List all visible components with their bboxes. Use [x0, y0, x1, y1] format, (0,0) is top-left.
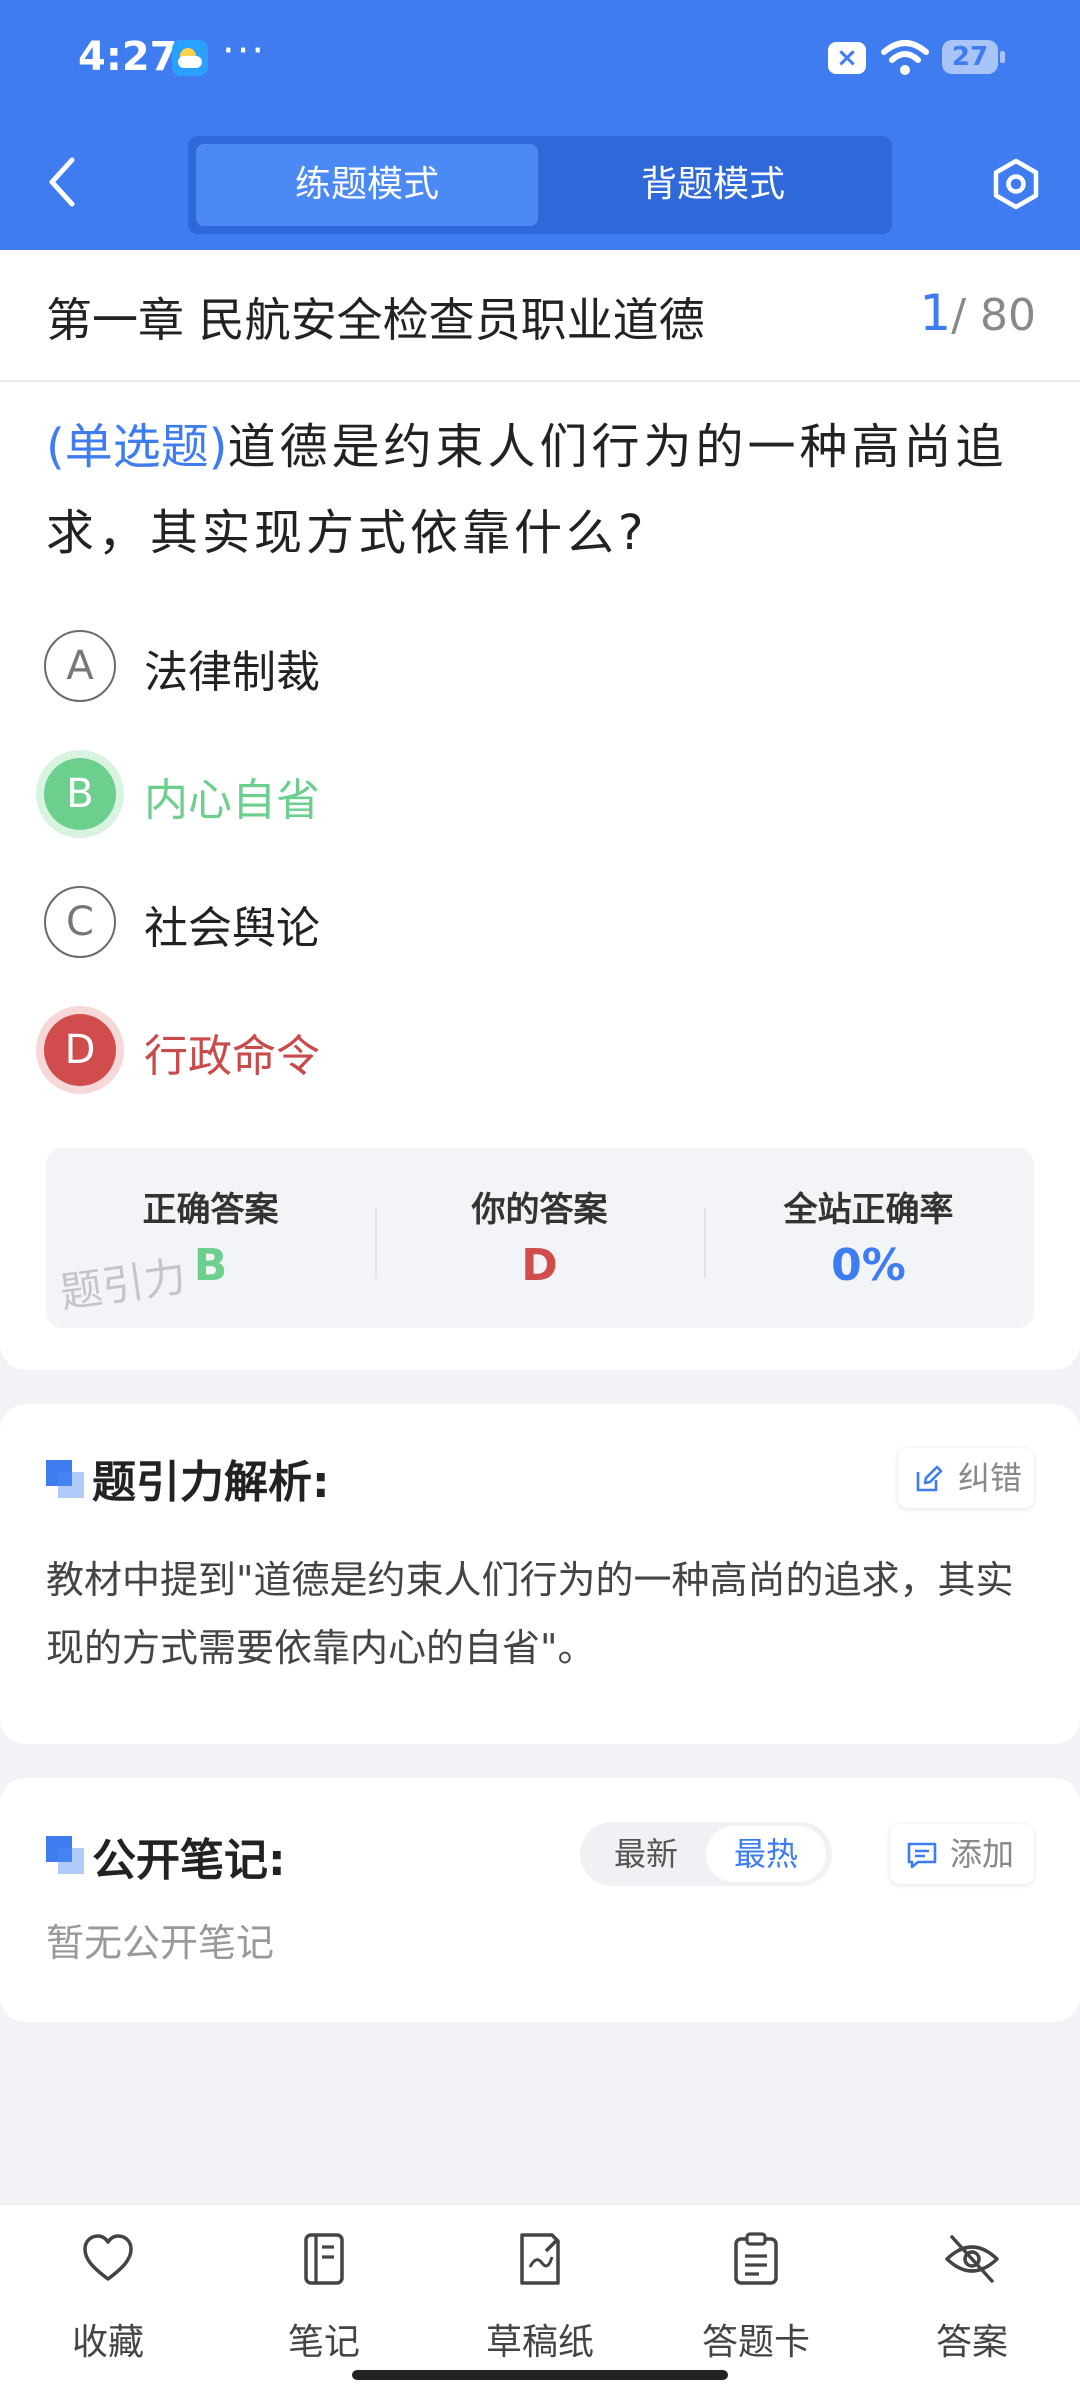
nav-label: 答案	[935, 2322, 1008, 2363]
total-questions: / 80	[951, 290, 1036, 341]
mute-icon: ×	[828, 42, 866, 74]
accuracy-value: 0%	[831, 1240, 906, 1291]
your-answer-value: D	[521, 1240, 558, 1291]
comment-icon	[907, 1842, 937, 1869]
option-d[interactable]: D 行政命令	[44, 1006, 944, 1096]
sort-latest[interactable]: 最新	[586, 1826, 706, 1882]
public-notes-card: 公开笔记: 最新 最热 添加 暂无公开笔记	[0, 1778, 1080, 2022]
option-letter: B	[44, 758, 116, 830]
option-text: 行政命令	[144, 1031, 320, 1082]
report-error-button[interactable]: 纠错	[898, 1448, 1034, 1508]
chapter-header: 第一章 民航安全检查员职业道德 1/ 80	[0, 250, 1080, 382]
chapter-title: 第一章 民航安全检查员职业道德	[46, 293, 705, 347]
nav-answer-sheet[interactable]: 答题卡	[648, 2205, 864, 2365]
option-letter: C	[44, 886, 116, 958]
analysis-text: 教材中提到"道德是约束人们行为的一种高尚的追求，其实现的方式需要依靠内心的自省"…	[46, 1558, 1014, 1670]
status-time: 4:27	[78, 34, 178, 80]
home-indicator[interactable]	[352, 2370, 728, 2380]
weather-icon	[172, 40, 208, 76]
stat-label: 你的答案	[471, 1190, 608, 1230]
add-note-label: 添加	[950, 1835, 1015, 1873]
section-square-icon	[46, 1460, 86, 1500]
question-text-block: (单选题)道德是约束人们行为的一种高尚追求，其实现方式依靠什么?	[46, 404, 1036, 576]
nav-answer[interactable]: 答案	[864, 2205, 1080, 2365]
nav-scratch-paper[interactable]: 草稿纸	[432, 2205, 648, 2365]
heart-icon	[83, 2234, 133, 2281]
option-letter: A	[44, 630, 116, 702]
stat-accuracy: 全站正确率 0%	[704, 1148, 1033, 1328]
mode-switch: 练题模式 背题模式	[188, 136, 892, 234]
wifi-icon	[881, 40, 929, 75]
notebook-icon	[304, 2233, 344, 2285]
notes-empty-text: 暂无公开笔记	[46, 1921, 275, 1965]
option-text: 法律制裁	[144, 647, 320, 698]
option-letter: D	[44, 1014, 116, 1086]
question-counter: 1/ 80	[919, 284, 1036, 342]
notes-sort-switch: 最新 最热	[580, 1822, 832, 1886]
add-note-button[interactable]: 添加	[890, 1824, 1034, 1884]
stat-label: 全站正确率	[783, 1190, 954, 1230]
notes-title: 公开笔记:	[92, 1835, 286, 1886]
analysis-title: 题引力解析:	[92, 1457, 330, 1508]
eye-off-icon	[945, 2235, 999, 2283]
draft-icon	[520, 2233, 560, 2285]
answer-stats: 正确答案 B 你的答案 D 全站正确率 0%	[46, 1148, 1034, 1328]
nav-label: 答题卡	[701, 2322, 810, 2363]
sort-hottest[interactable]: 最热	[706, 1826, 826, 1882]
option-b[interactable]: B 内心自省	[44, 750, 944, 840]
current-question-number: 1	[919, 284, 952, 342]
top-bar: 4:27 ··· × 27 练题模式 背题模式	[0, 0, 1080, 250]
tab-practice-mode[interactable]: 练题模式	[196, 144, 538, 226]
settings-icon[interactable]	[988, 156, 1044, 212]
option-text: 内心自省	[144, 775, 320, 826]
nav-label: 草稿纸	[485, 2322, 594, 2363]
nav-favorite[interactable]: 收藏	[0, 2205, 216, 2365]
nav-label: 收藏	[71, 2322, 144, 2363]
nav-label: 笔记	[287, 2322, 360, 2363]
clipboard-icon	[734, 2232, 778, 2285]
option-text: 社会舆论	[144, 903, 320, 954]
report-error-label: 纠错	[958, 1459, 1023, 1497]
section-square-icon	[46, 1836, 86, 1876]
tab-memorize-mode[interactable]: 背题模式	[542, 144, 884, 226]
stat-label: 正确答案	[142, 1190, 279, 1230]
option-c[interactable]: C 社会舆论	[44, 878, 944, 968]
question-card: (单选题)道德是约束人们行为的一种高尚追求，其实现方式依靠什么? A 法律制裁 …	[0, 382, 1080, 1370]
battery-icon: 27	[942, 40, 1005, 74]
question-type: (单选题)	[46, 419, 228, 475]
back-arrow-icon[interactable]	[40, 150, 88, 214]
status-more-dots: ···	[222, 28, 267, 74]
edit-icon	[916, 1465, 943, 1492]
nav-notes[interactable]: 笔记	[216, 2205, 432, 2365]
analysis-card: 题引力解析: 纠错 教材中提到"道德是约束人们行为的一种高尚的追求，其实现的方式…	[0, 1404, 1080, 1744]
stat-your-answer: 你的答案 D	[375, 1148, 704, 1328]
option-a[interactable]: A 法律制裁	[44, 622, 944, 712]
